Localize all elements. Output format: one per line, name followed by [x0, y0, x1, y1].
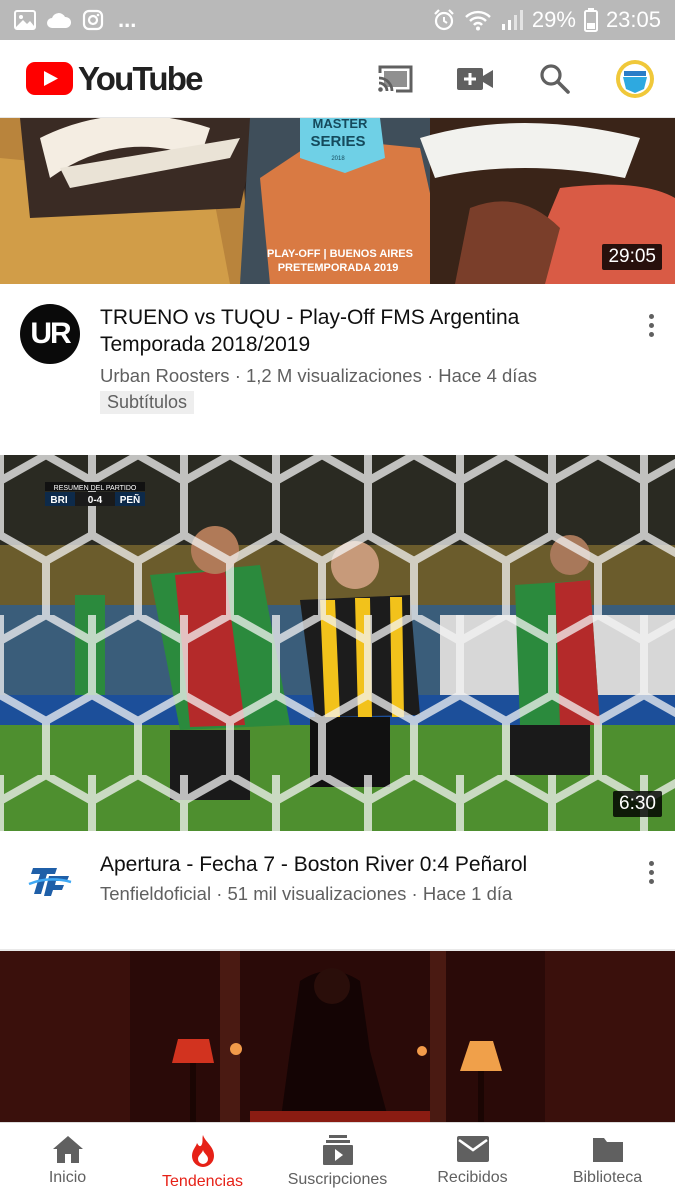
video-info[interactable]: TF Apertura - Fecha 7 - Boston River 0:4…: [0, 831, 675, 949]
battery-icon: [583, 8, 598, 32]
youtube-play-icon: [26, 62, 73, 95]
nav-biblioteca[interactable]: Biblioteca: [540, 1123, 675, 1200]
scoreboard-away: PEÑ: [120, 493, 141, 506]
video-subtitle: Urban Roosters · 1,2 M visualizaciones ·…: [100, 365, 537, 386]
search-icon: [540, 63, 570, 94]
more-options-button[interactable]: [641, 861, 661, 884]
wifi-icon: [465, 10, 491, 31]
more-options-button[interactable]: [641, 314, 661, 337]
cloud-icon: [47, 13, 72, 28]
subscriptions-icon: [322, 1135, 353, 1165]
kebab-dot: [648, 314, 654, 319]
video-thumbnail[interactable]: [0, 951, 675, 1125]
nav-tendencias[interactable]: Tendencias: [135, 1123, 270, 1200]
kebab-dot: [648, 870, 654, 875]
kebab-dot: [648, 861, 654, 866]
scoreboard-caption: RESUMEN DEL PARTIDO: [54, 485, 137, 492]
kebab-dot: [648, 323, 654, 328]
channel-avatar[interactable]: UR: [20, 304, 80, 364]
search-button[interactable]: [515, 40, 595, 118]
gallery-icon: [14, 10, 36, 30]
video-title[interactable]: Apertura - Fecha 7 - Boston River 0:4 Pe…: [100, 851, 600, 878]
video-thumbnail[interactable]: PLAY-OFF | BUENOS AIRES PRETEMPORADA 201…: [0, 118, 675, 284]
nav-inicio[interactable]: Inicio: [0, 1123, 135, 1200]
scoreboard-home: BRI: [50, 495, 67, 506]
instagram-icon: [82, 9, 104, 31]
channel-avatar-text: UR: [30, 317, 71, 350]
tenfield-logo: [28, 868, 72, 896]
channel-avatar[interactable]: TF: [20, 851, 80, 911]
video-duration: 29:05: [602, 244, 662, 270]
library-folder-icon: [592, 1138, 623, 1162]
video-thumbnail[interactable]: RESUMEN DEL PARTIDO BRI 0-4 PEÑ 6:30: [0, 455, 675, 831]
account-avatar: [616, 59, 654, 98]
video-card[interactable]: PLAY-OFF | BUENOS AIRES PRETEMPORADA 201…: [0, 118, 675, 455]
thumbnail-caption-line2: PRETEMPORADA 2019: [278, 262, 399, 274]
notification-icons: ...: [14, 7, 136, 33]
subtitles-badge: Subtítulos: [100, 391, 195, 414]
signal-icon: [501, 10, 523, 30]
nav-label: Suscripciones: [287, 1171, 388, 1188]
thumbnail-badge-line2: SERIES: [310, 133, 365, 150]
upload-video-icon: [457, 67, 493, 90]
home-icon: [52, 1136, 83, 1163]
thumbnail-image: PLAY-OFF | BUENOS AIRES PRETEMPORADA 201…: [0, 118, 675, 284]
nav-label: Biblioteca: [572, 1169, 643, 1186]
video-title[interactable]: TRUENO vs TUQU - Play-Off FMS Argentina …: [100, 304, 600, 358]
nav-label: Tendencias: [162, 1173, 243, 1190]
status-bar: ... 29% 23:05: [0, 0, 675, 40]
app-bar: YouTube: [0, 40, 675, 118]
battery-percent: 29%: [531, 7, 576, 32]
account-button[interactable]: [595, 40, 675, 118]
cast-icon: [378, 65, 413, 92]
video-feed: PLAY-OFF | BUENOS AIRES PRETEMPORADA 201…: [0, 118, 675, 1125]
thumbnail-badge-line1: MASTER: [313, 118, 369, 131]
nav-suscripciones[interactable]: Suscripciones: [270, 1123, 405, 1200]
nav-label: Recibidos: [437, 1169, 508, 1186]
cast-button[interactable]: [355, 40, 435, 118]
upload-button[interactable]: [435, 40, 515, 118]
alarm-icon: [434, 9, 454, 31]
thumbnail-caption-line1: PLAY-OFF | BUENOS AIRES: [267, 248, 413, 260]
nav-recibidos[interactable]: Recibidos: [405, 1123, 540, 1200]
clock: 23:05: [605, 7, 661, 32]
more-notifications: ...: [118, 7, 137, 32]
video-duration: 6:30: [613, 791, 662, 817]
youtube-logo[interactable]: YouTube: [26, 59, 203, 98]
inbox-mail-icon: [456, 1136, 489, 1162]
video-subtitle: Tenfieldoficial · 51 mil visualizaciones…: [100, 883, 513, 904]
scoreboard-score: 0-4: [88, 495, 103, 506]
kebab-dot: [648, 332, 654, 337]
thumbnail-badge-line3: 2018: [331, 156, 345, 162]
bottom-navigation: Inicio Tendencias Suscripciones Recibido…: [0, 1122, 675, 1200]
logo-text: YouTube: [78, 59, 203, 97]
thumbnail-image: [0, 951, 675, 1125]
kebab-dot: [648, 879, 654, 884]
trending-flame-icon: [191, 1135, 214, 1167]
thumbnail-image: RESUMEN DEL PARTIDO BRI 0-4 PEÑ: [0, 455, 675, 831]
nav-label: Inicio: [48, 1169, 87, 1186]
video-info[interactable]: UR TRUENO vs TUQU - Play-Off FMS Argenti…: [0, 284, 675, 455]
video-card[interactable]: RESUMEN DEL PARTIDO BRI 0-4 PEÑ 6:30 TF …: [0, 455, 675, 949]
video-card[interactable]: [0, 949, 675, 1125]
